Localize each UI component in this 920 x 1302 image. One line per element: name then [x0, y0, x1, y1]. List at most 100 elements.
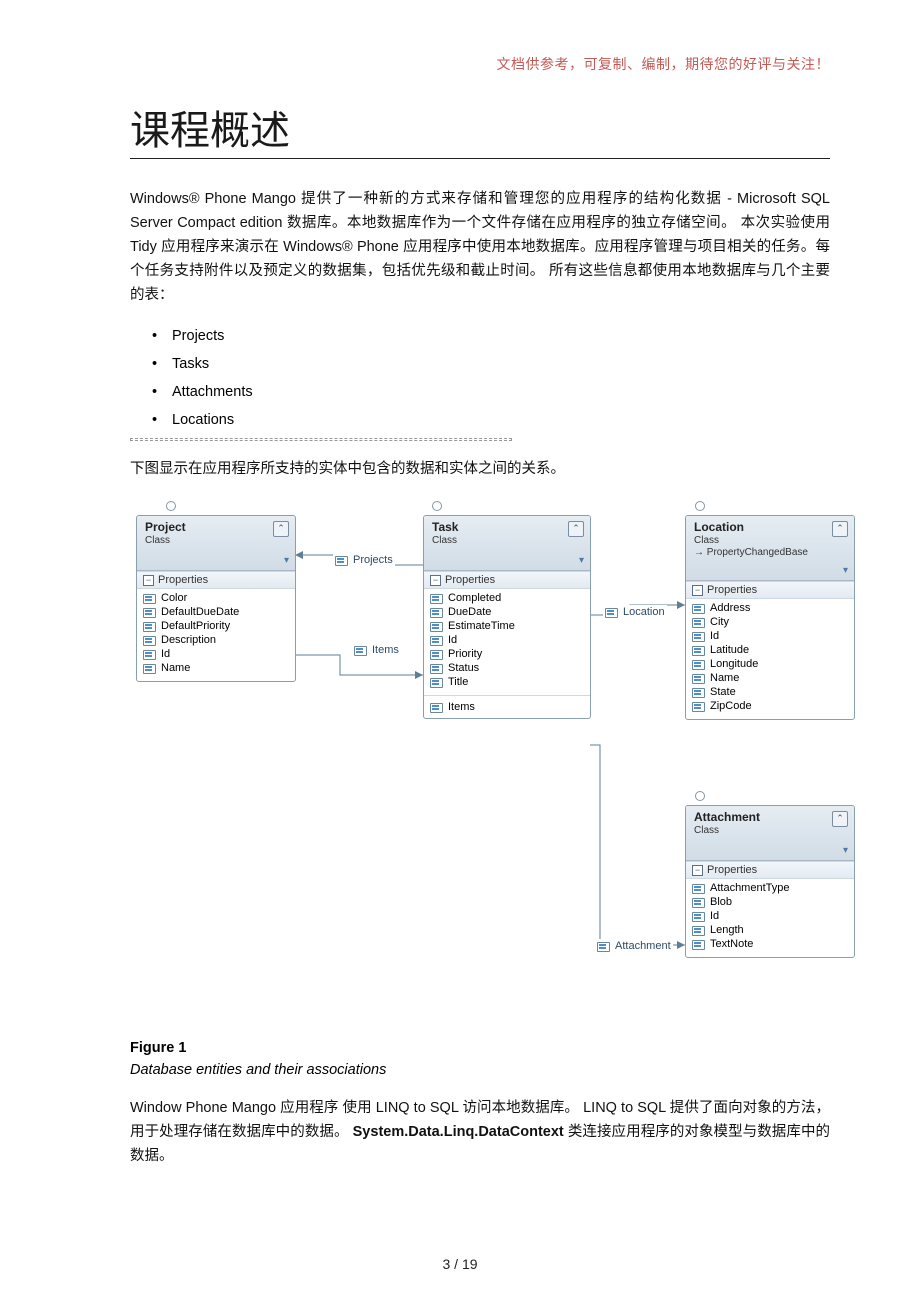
property-name: Blob [710, 896, 732, 908]
property-icon [597, 941, 610, 952]
property-name: Id [448, 634, 457, 646]
property-name: Title [448, 676, 468, 688]
association-text: Projects [353, 554, 393, 566]
list-item: Attachments [172, 378, 830, 406]
collapse-icon[interactable]: ⌃ [568, 521, 584, 537]
entity-anchor-dot [166, 501, 176, 511]
property-row: Length [690, 923, 850, 937]
entity-anchor-dot [432, 501, 442, 511]
property-icon [692, 603, 705, 614]
property-row: Name [690, 671, 850, 685]
closing-paragraph: Window Phone Mango 应用程序 使用 LINQ to SQL 访… [130, 1096, 830, 1168]
minus-box-icon[interactable]: − [692, 865, 703, 876]
minus-box-icon[interactable]: − [143, 575, 154, 586]
property-row: Blob [690, 895, 850, 909]
property-name: Status [448, 662, 479, 674]
property-name: Id [710, 910, 719, 922]
property-icon [692, 659, 705, 670]
filter-icon[interactable]: ▾ [284, 555, 289, 566]
property-name: ZipCode [710, 700, 752, 712]
property-name: Latitude [710, 644, 749, 656]
list-item: Projects [172, 322, 830, 350]
property-name: Priority [448, 648, 482, 660]
property-row: DefaultDueDate [141, 605, 291, 619]
entity-name: Project [145, 520, 289, 534]
property-icon [430, 621, 443, 632]
title-underline [130, 158, 830, 159]
entity-attachment: Attachment Class ⌃ ▾ −Properties Attachm… [685, 805, 855, 958]
intro-paragraph: Windows® Phone Mango 提供了一种新的方式来存储和管理您的应用… [130, 187, 830, 307]
property-name: Color [161, 592, 187, 604]
property-row: DueDate [428, 605, 586, 619]
dashed-placeholder-box [130, 438, 512, 441]
property-icon [692, 645, 705, 656]
property-name: DueDate [448, 606, 491, 618]
association-row: Items [428, 700, 586, 714]
entity-anchor-dot [695, 791, 705, 801]
property-row: Description [141, 633, 291, 647]
property-icon [692, 617, 705, 628]
list-item: Locations [172, 406, 830, 434]
association-label-location: Location [603, 605, 667, 619]
association-text: Location [623, 606, 665, 618]
property-name: Name [710, 672, 739, 684]
collapse-icon[interactable]: ⌃ [273, 521, 289, 537]
entity-location: Location Class → PropertyChangedBase ⌃ ▾… [685, 515, 855, 720]
association-text: Attachment [615, 940, 671, 952]
property-row: Id [690, 629, 850, 643]
property-icon [430, 649, 443, 660]
property-icon [143, 663, 156, 674]
pre-diagram-text: 下图显示在应用程序所支持的实体中包含的数据和实体之间的关系。 [130, 457, 830, 481]
property-row: Longitude [690, 657, 850, 671]
entity-name: Attachment [694, 810, 848, 824]
minus-box-icon[interactable]: − [430, 575, 441, 586]
property-name: City [710, 616, 729, 628]
tables-list: Projects Tasks Attachments Locations [130, 322, 830, 434]
filter-icon[interactable]: ▾ [843, 565, 848, 576]
property-row: Color [141, 591, 291, 605]
entity-inherits: → PropertyChangedBase [694, 547, 848, 558]
property-icon [430, 635, 443, 646]
entity-name: Task [432, 520, 584, 534]
property-row: Completed [428, 591, 586, 605]
property-icon [143, 649, 156, 660]
properties-label: Properties [707, 864, 757, 876]
property-name: Address [710, 602, 750, 614]
property-icon [430, 607, 443, 618]
entity-kind: Class [432, 535, 584, 546]
association-label-attachment: Attachment [595, 939, 673, 953]
figure-caption: Figure 1 Database entities and their ass… [130, 1037, 830, 1081]
property-name: DefaultPriority [161, 620, 230, 632]
property-name: DefaultDueDate [161, 606, 239, 618]
properties-section-header: −Properties [137, 571, 295, 589]
minus-box-icon[interactable]: − [692, 585, 703, 596]
property-name: Completed [448, 592, 501, 604]
entity-project: Project Class ⌃ ▾ −Properties Color Defa… [136, 515, 296, 682]
property-row: Status [428, 661, 586, 675]
filter-icon[interactable]: ▾ [843, 845, 848, 856]
association-label-items: Items [352, 643, 401, 657]
property-icon [143, 621, 156, 632]
figure-label: Figure 1 [130, 1037, 830, 1059]
entity-kind: Class [145, 535, 289, 546]
closing-bold-class: System.Data.Linq.DataContext [353, 1124, 564, 1140]
property-row: DefaultPriority [141, 619, 291, 633]
property-row: Title [428, 675, 586, 689]
filter-icon[interactable]: ▾ [579, 555, 584, 566]
entity-task: Task Class ⌃ ▾ −Properties Completed Due… [423, 515, 591, 719]
property-icon [335, 555, 348, 566]
property-icon [692, 883, 705, 894]
property-icon [430, 663, 443, 674]
property-name: Length [710, 924, 744, 936]
property-row: City [690, 615, 850, 629]
collapse-icon[interactable]: ⌃ [832, 811, 848, 827]
property-name: TextNote [710, 938, 753, 950]
properties-label: Properties [158, 574, 208, 586]
property-row: TextNote [690, 937, 850, 951]
collapse-icon[interactable]: ⌃ [832, 521, 848, 537]
property-name: AttachmentType [710, 882, 790, 894]
property-row: ZipCode [690, 699, 850, 713]
property-row: EstimateTime [428, 619, 586, 633]
property-row: Id [141, 647, 291, 661]
property-icon [430, 677, 443, 688]
